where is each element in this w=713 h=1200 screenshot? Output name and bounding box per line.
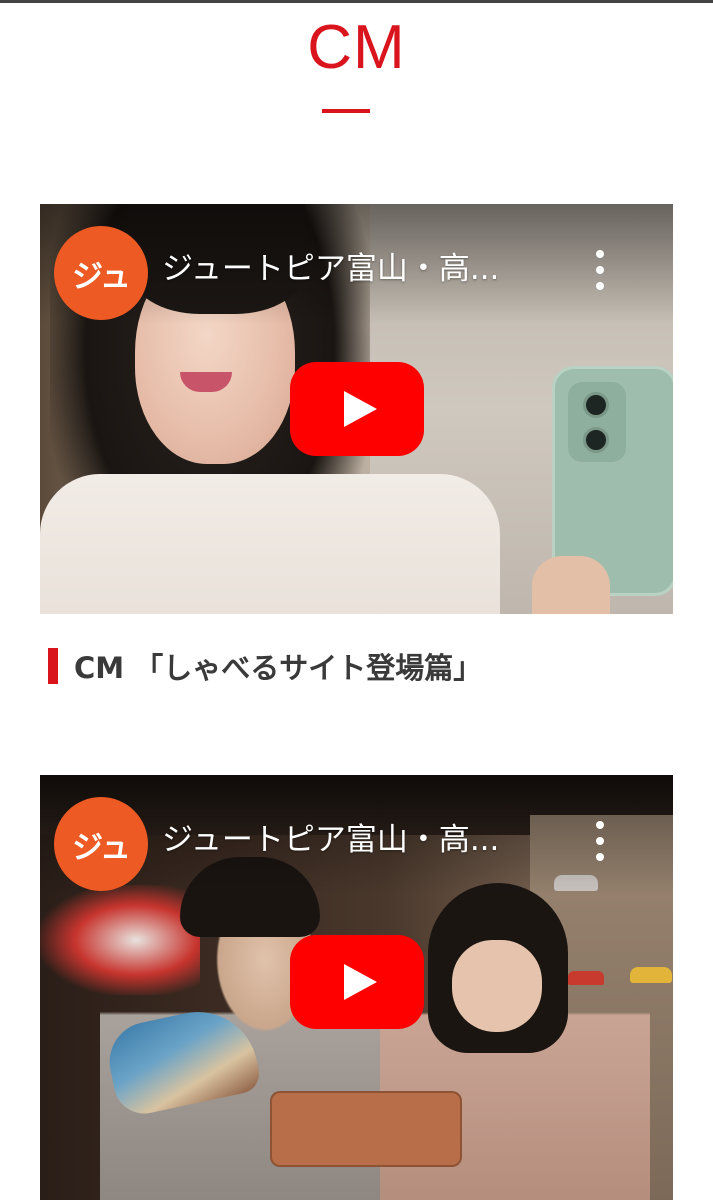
section-title: CM (307, 13, 406, 82)
video-player-1[interactable]: ジュ ジュートピア富山・高... (40, 204, 673, 614)
more-vert-icon[interactable] (586, 250, 614, 290)
caption-text: CM 「しゃべるサイト登場篇」 (74, 651, 483, 685)
caption-accent-bar (48, 648, 58, 684)
video-title[interactable]: ジュートピア富山・高... (162, 817, 562, 863)
cm-page: CM ジュ ジュートピア富山・高... CM 「しゃべるサイト登場篇」 ジュ ジ… (0, 0, 713, 1200)
channel-avatar[interactable]: ジュ (54, 797, 148, 891)
more-vert-icon[interactable] (586, 821, 614, 861)
youtube-play-icon (343, 391, 377, 427)
play-button[interactable] (290, 935, 424, 1029)
video-caption: CM 「しゃべるサイト登場篇」 (48, 646, 482, 686)
channel-avatar[interactable]: ジュ (54, 226, 148, 320)
play-button[interactable] (290, 362, 424, 456)
youtube-play-icon (343, 964, 377, 1000)
video-title[interactable]: ジュートピア富山・高... (162, 246, 562, 292)
video-player-2[interactable]: ジュ ジュートピア富山・高... (40, 775, 673, 1200)
title-underline (322, 109, 370, 113)
